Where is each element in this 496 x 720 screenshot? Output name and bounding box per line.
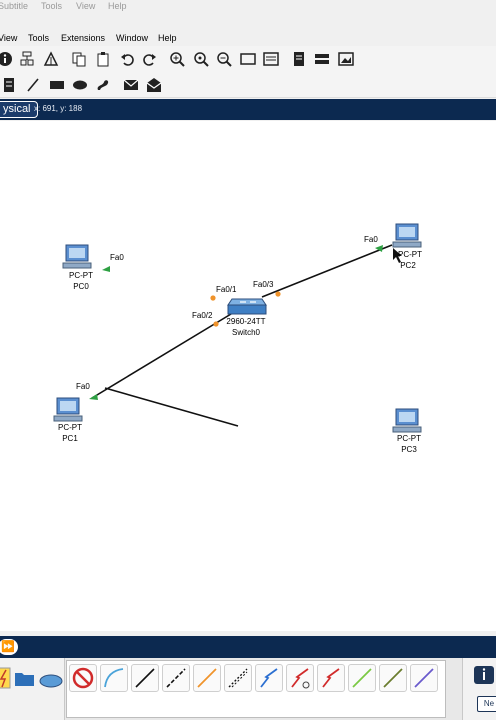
- switch0-model-label: 2960-24TT: [226, 317, 266, 326]
- menu-extensions[interactable]: Extensions: [61, 33, 105, 43]
- port-label-pc2: Fa0: [364, 235, 378, 244]
- menu-window[interactable]: Window: [116, 33, 148, 43]
- folder-category-icon[interactable]: [15, 673, 34, 686]
- drawing-toolbar: [0, 72, 496, 98]
- redo-icon[interactable]: [141, 50, 159, 68]
- realtime-bar: ⏩: [0, 636, 496, 658]
- device-category-panel: [0, 658, 65, 720]
- port-label-switch-fa0-3: Fa0/3: [253, 280, 274, 289]
- main-toolbar: [0, 46, 496, 72]
- wizard-icon[interactable]: [42, 50, 60, 68]
- pc1-type-label: PC-PT: [58, 423, 82, 432]
- serial-dte-cable-icon[interactable]: [317, 664, 345, 692]
- zoom-out-icon[interactable]: [215, 50, 233, 68]
- usb-cable-icon[interactable]: [410, 664, 438, 692]
- zoom-reset-icon[interactable]: [192, 50, 210, 68]
- link-up-indicator: [89, 394, 98, 400]
- menu-tools[interactable]: Tools: [28, 33, 49, 43]
- device-dock: Ne: [0, 658, 496, 720]
- cloud-category-icon[interactable]: [39, 674, 63, 688]
- ellipse-tool-icon[interactable]: [71, 76, 89, 94]
- title-menu-bar: Subtitle Tools View Help: [0, 0, 496, 14]
- port-label-pc1: Fa0: [76, 382, 90, 391]
- port-label-pc0: Fa0: [110, 253, 124, 262]
- info-icon[interactable]: [474, 666, 494, 684]
- pdu-icon[interactable]: [122, 76, 140, 94]
- fiber-cable-icon[interactable]: [193, 664, 221, 692]
- workspace-mode-bar: ysical x: 691, y: 188: [0, 99, 496, 120]
- octal-cable-icon[interactable]: [348, 664, 376, 692]
- notes-icon[interactable]: [290, 50, 308, 68]
- link-pending-indicator: [275, 291, 281, 297]
- link-switch-pc2[interactable]: [261, 244, 393, 298]
- menu-help[interactable]: Help: [158, 33, 177, 43]
- pc0-name-label: PC0: [73, 282, 89, 291]
- custom-device-icon[interactable]: [262, 50, 280, 68]
- zoom-in-icon[interactable]: [168, 50, 186, 68]
- rectangle-tool-icon[interactable]: [48, 76, 66, 94]
- iot-cable-icon[interactable]: [379, 664, 407, 692]
- image-icon[interactable]: [337, 50, 355, 68]
- switch0-device-icon[interactable]: [227, 298, 267, 315]
- cursor-coordinates: x: 691, y: 188: [34, 104, 83, 113]
- menu-tools-faded[interactable]: Tools: [41, 1, 62, 11]
- pc3-device-icon[interactable]: [392, 408, 422, 433]
- paste-icon[interactable]: [94, 50, 112, 68]
- network-info-icon[interactable]: [18, 50, 36, 68]
- new-scenario-button[interactable]: Ne: [477, 696, 496, 712]
- port-label-switch-fa0-2: Fa0/2: [192, 311, 213, 320]
- crossover-cable-icon[interactable]: [162, 664, 190, 692]
- pc3-name-label: PC3: [401, 445, 417, 454]
- topology-canvas: [53, 223, 422, 433]
- fast-forward-icon[interactable]: ⏩: [0, 639, 18, 655]
- scenario-panel: Ne: [462, 658, 496, 720]
- console-cable-icon[interactable]: [100, 664, 128, 692]
- link-pending-indicator: [210, 295, 216, 301]
- phone-cable-icon[interactable]: [224, 664, 252, 692]
- menu-help-faded[interactable]: Help: [108, 1, 127, 11]
- connections-palette: [66, 660, 446, 718]
- switch0-name-label: Switch0: [231, 328, 260, 337]
- pc2-name-label: PC2: [400, 261, 416, 270]
- main-menu-bar: View Tools Extensions Window Help: [0, 30, 496, 46]
- coaxial-cable-icon[interactable]: [255, 664, 283, 692]
- drawing-palette-icon[interactable]: [239, 50, 257, 68]
- no-cable-icon[interactable]: [69, 664, 97, 692]
- menu-view-faded[interactable]: View: [76, 1, 95, 11]
- pc1-device-icon[interactable]: [53, 397, 83, 422]
- pc0-device-icon[interactable]: [62, 244, 92, 269]
- device-stack-icon[interactable]: [313, 50, 331, 68]
- lightning-category-icon[interactable]: [0, 667, 11, 689]
- pc0-type-label: PC-PT: [69, 271, 93, 280]
- copy-icon[interactable]: [70, 50, 88, 68]
- freeform-tool-icon[interactable]: [94, 76, 112, 94]
- pc2-device-icon[interactable]: [392, 223, 422, 248]
- link-pc0-switch[interactable]: [104, 387, 239, 427]
- complex-pdu-icon[interactable]: [145, 76, 163, 94]
- note-icon[interactable]: [0, 76, 18, 94]
- info-icon[interactable]: [0, 50, 14, 68]
- logical-workspace[interactable]: PC-PT PC0 PC-PT PC1 PC-PT PC2 PC-PT PC3 …: [0, 121, 496, 631]
- port-label-switch-fa0-1: Fa0/1: [216, 285, 237, 294]
- straight-through-cable-icon[interactable]: [131, 664, 159, 692]
- physical-tab[interactable]: ysical: [0, 101, 38, 118]
- line-tool-icon[interactable]: [24, 76, 42, 94]
- pc2-type-label: PC-PT: [398, 250, 422, 259]
- menu-subtitle[interactable]: Subtitle: [0, 1, 28, 11]
- pc3-type-label: PC-PT: [397, 434, 421, 443]
- pc1-name-label: PC1: [62, 434, 78, 443]
- menu-view[interactable]: View: [0, 33, 17, 43]
- undo-icon[interactable]: [118, 50, 136, 68]
- serial-dce-cable-icon[interactable]: [286, 664, 314, 692]
